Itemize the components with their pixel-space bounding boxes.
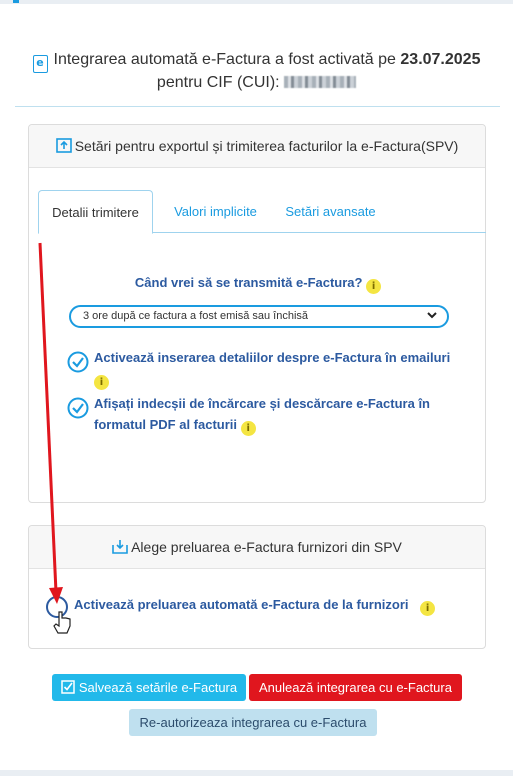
export-card-header: Setări pentru exportul și trimiterea fac…	[29, 125, 485, 168]
top-bar-indicator	[13, 0, 19, 3]
pdf-indices-line2: formatul PDF al facturii i	[94, 414, 467, 436]
export-settings-card: Setări pentru exportul și trimiterea fac…	[28, 124, 486, 503]
divider	[15, 106, 500, 107]
email-details-option[interactable]: Activează inserarea detaliilor despre e-…	[67, 347, 467, 390]
status-prefix: Integrarea automată e-Factura a fost act…	[53, 51, 396, 68]
email-details-label: Activează inserarea detaliilor despre e-…	[94, 350, 451, 365]
supplier-import-label: Activează preluarea automată e-Factura d…	[74, 597, 409, 612]
check-square-icon	[61, 680, 75, 694]
tab-setari-avansate[interactable]: Setări avansate	[278, 190, 383, 233]
cancel-integration-button[interactable]: Anulează integrarea cu e-Factura	[249, 674, 462, 701]
save-settings-label: Salvează setările e-Factura	[78, 680, 238, 695]
activation-date: 23.07.2025	[400, 51, 481, 68]
save-settings-button[interactable]: Salvează setările e-Factura	[52, 674, 246, 701]
transmit-time-select[interactable]: 3 ore după ce factura a fost emisă sau î…	[69, 305, 449, 328]
info-icon[interactable]: i	[366, 279, 382, 294]
e-document-icon: e	[32, 55, 48, 73]
cif-label: pentru CIF (CUI):	[156, 74, 280, 91]
checked-circle-icon[interactable]	[67, 397, 89, 419]
chevron-down-icon	[427, 312, 437, 319]
export-card-title: Setări pentru exportul și trimiterea fac…	[74, 138, 459, 154]
bottom-bar	[0, 770, 513, 776]
transmit-question: Când vrei să se transmită e-Factura? i	[29, 275, 487, 294]
import-card-title: Alege preluarea e-Factura furnizori din …	[131, 539, 402, 555]
checked-circle-icon[interactable]	[67, 351, 89, 373]
efactura-settings-page: e Integrarea automată e-Factura a fost ac…	[0, 0, 513, 776]
transmit-question-label: Când vrei să se transmită e-Factura?	[134, 275, 363, 290]
tab-detalii-trimitere[interactable]: Detalii trimitere	[38, 190, 153, 234]
download-icon	[112, 540, 128, 554]
email-details-info: i	[94, 368, 467, 390]
reauthorize-button[interactable]: Re-autorizeaza integrarea cu e-Factura	[129, 709, 377, 736]
top-bar	[0, 0, 513, 4]
transmit-time-value: 3 ore după ce factura a fost emisă sau î…	[83, 310, 309, 322]
info-icon[interactable]: i	[420, 601, 436, 616]
pdf-indices-option[interactable]: Afișați indecșii de încărcare și descărc…	[67, 393, 467, 436]
info-icon[interactable]: i	[240, 421, 256, 436]
unchecked-circle-toggle[interactable]	[46, 596, 68, 618]
info-icon[interactable]: i	[94, 375, 109, 390]
cif-redacted	[284, 76, 357, 88]
pdf-indices-label-line1: Afișați indecșii de încărcare și descărc…	[94, 396, 430, 411]
import-card-header: Alege preluarea e-Factura furnizori din …	[29, 526, 485, 569]
import-settings-card: Alege preluarea e-Factura furnizori din …	[28, 525, 486, 649]
tab-bar: Detalii trimitere Valori implicite Setăr…	[38, 190, 486, 234]
upload-icon	[55, 138, 72, 153]
supplier-import-option[interactable]: Activează preluarea automată e-Factura d…	[46, 594, 436, 618]
integration-status: e Integrarea automată e-Factura a fost ac…	[0, 50, 513, 92]
tab-valori-implicite[interactable]: Valori implicite	[163, 190, 268, 233]
pdf-indices-label-line2: formatul PDF al facturii	[94, 417, 238, 432]
